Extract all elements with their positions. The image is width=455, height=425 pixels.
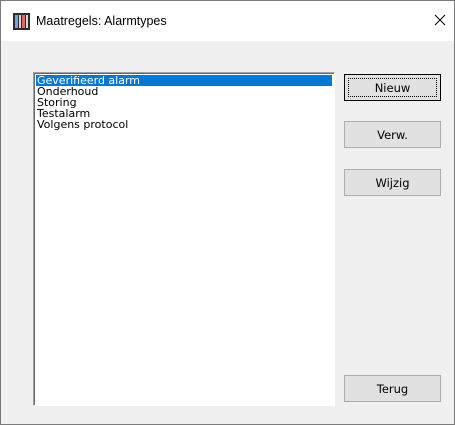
app-icon [13, 13, 30, 30]
close-icon [434, 13, 446, 31]
alarmtypes-listbox[interactable]: Geverifieerd alarm Onderhoud Storing Tes… [33, 72, 335, 406]
back-button-label: Terug [376, 381, 409, 396]
edit-button-label: Wijzig [375, 175, 410, 190]
focus-rectangle [348, 78, 437, 97]
delete-button[interactable]: Verw. [344, 121, 441, 148]
title-bar[interactable]: Maatregels: Alarmtypes [1, 1, 454, 41]
close-button[interactable] [429, 11, 451, 33]
list-item-onderhoud[interactable]: Onderhoud [36, 86, 332, 97]
list-item-volgens-protocol[interactable]: Volgens protocol [36, 119, 332, 130]
new-button[interactable]: Nieuw [344, 74, 441, 101]
window-title: Maatregels: Alarmtypes [36, 14, 167, 28]
delete-button-label: Verw. [377, 127, 408, 142]
edit-button[interactable]: Wijzig [344, 169, 441, 196]
alarmtypes-dialog: Maatregels: Alarmtypes Geverifieerd alar… [0, 0, 455, 425]
back-button[interactable]: Terug [344, 375, 441, 402]
